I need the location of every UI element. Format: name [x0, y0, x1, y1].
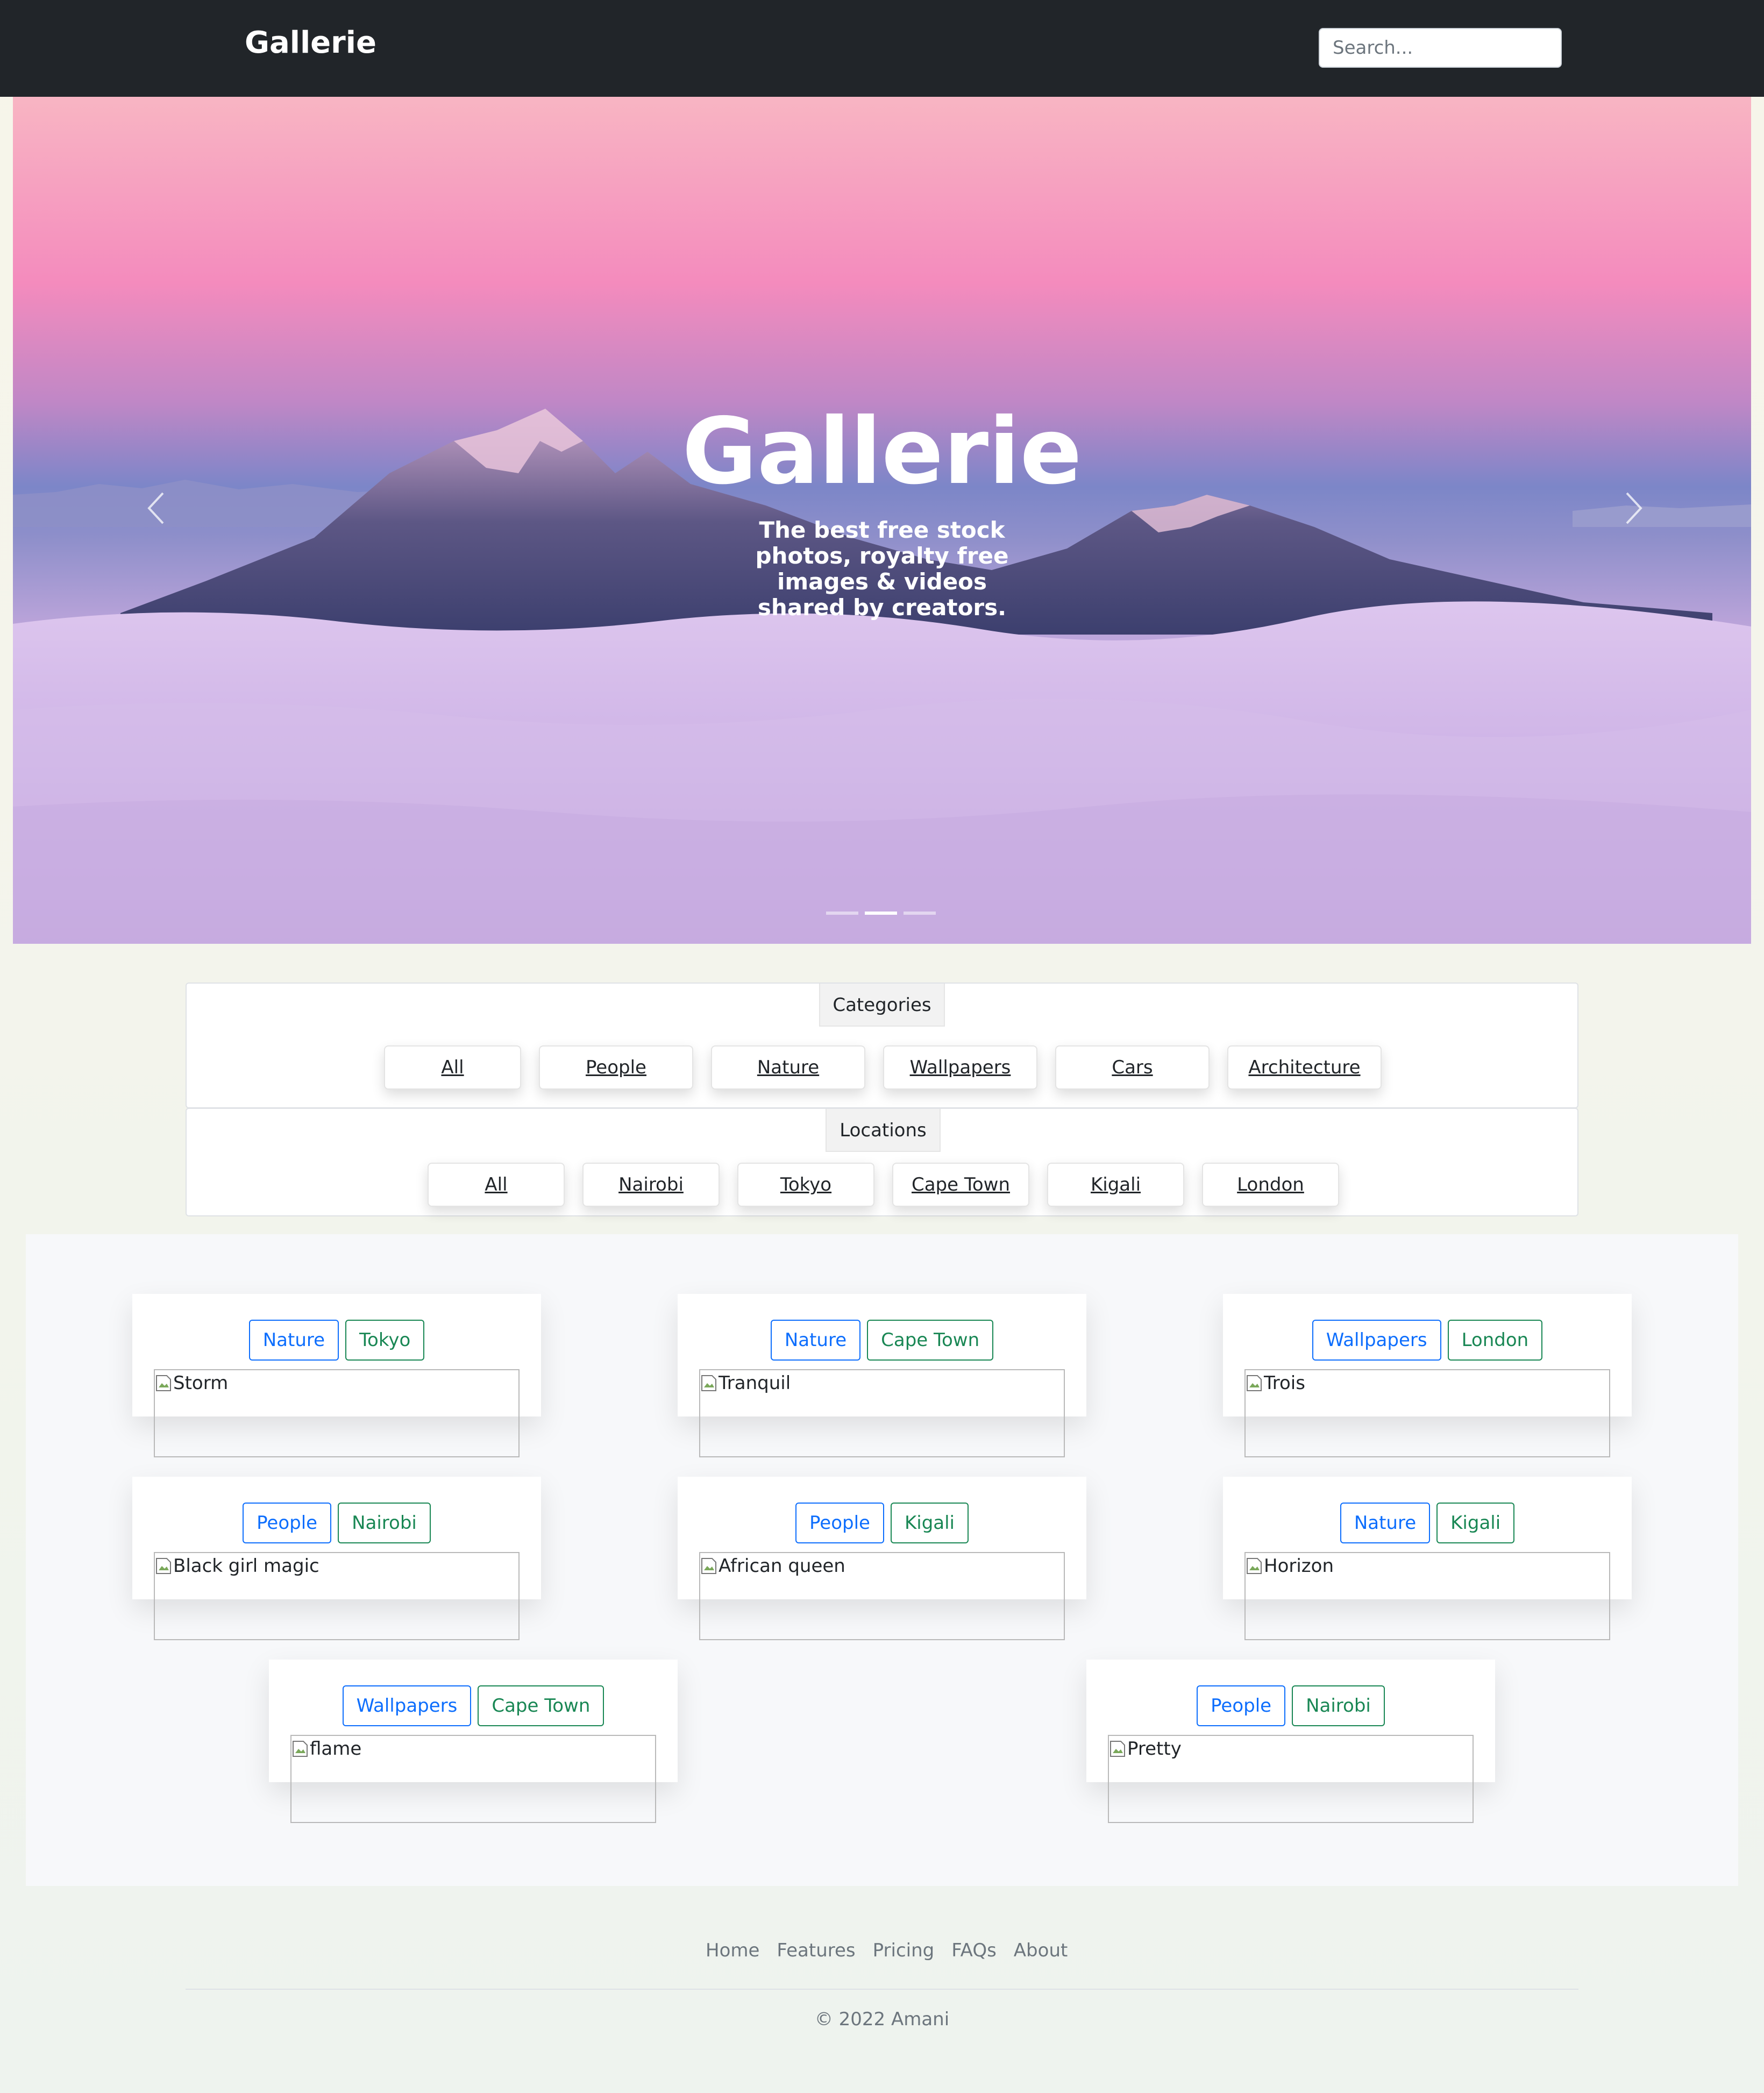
photo-image[interactable]: flame [290, 1735, 656, 1823]
photo-card[interactable]: Nature Tokyo Storm [132, 1294, 541, 1457]
photo-tags: Wallpapers London [1223, 1320, 1632, 1361]
photo-alt-text: Pretty [1127, 1738, 1182, 1760]
footer-link-home[interactable]: Home [697, 1936, 768, 1965]
photo-image[interactable]: Storm [154, 1369, 520, 1457]
category-tag[interactable]: Nature [1340, 1503, 1431, 1543]
photo-alt-text: flame [310, 1738, 362, 1760]
location-all-button[interactable]: All [428, 1163, 565, 1207]
location-tag[interactable]: Cape Town [867, 1320, 994, 1361]
carousel-indicator-2[interactable] [865, 912, 897, 915]
photo-card[interactable]: Nature Cape Town Tranquil [678, 1294, 1086, 1457]
category-tag[interactable]: Wallpapers [342, 1685, 472, 1726]
photo-card[interactable]: People Nairobi Black girl magic [132, 1477, 541, 1640]
footer-link-pricing[interactable]: Pricing [864, 1936, 943, 1965]
photo-image[interactable]: African queen [699, 1552, 1065, 1640]
broken-image-icon [156, 1375, 171, 1391]
chevron-right-icon [1626, 492, 1642, 524]
broken-image-icon [1110, 1741, 1125, 1757]
category-tag[interactable]: People [1197, 1685, 1286, 1726]
broken-image-icon [1247, 1558, 1262, 1574]
photo-card[interactable]: People Kigali African queen [678, 1477, 1086, 1640]
footer-nav: Home Features Pricing FAQs About [697, 1936, 1076, 1965]
location-tag[interactable]: Kigali [1436, 1503, 1515, 1543]
broken-image-icon [701, 1558, 716, 1574]
category-architecture-button[interactable]: Architecture [1227, 1045, 1382, 1090]
carousel-prev-button[interactable] [131, 484, 180, 532]
location-nairobi-button[interactable]: Nairobi [582, 1163, 720, 1207]
category-tag[interactable]: People [243, 1503, 332, 1543]
location-tag[interactable]: Cape Town [478, 1685, 604, 1726]
photo-gallery: Nature Tokyo Storm Nature Cape Town Tran… [26, 1234, 1738, 1886]
broken-image-icon [156, 1558, 171, 1574]
locations-heading: Locations [826, 1109, 941, 1152]
hero-carousel: Gallerie The best free stock photos, roy… [13, 97, 1751, 944]
photo-alt-text: Trois [1264, 1372, 1305, 1394]
search-input[interactable] [1319, 28, 1562, 68]
hero-subtitle: The best free stock photos, royalty free… [755, 517, 1009, 621]
photo-image[interactable]: Tranquil [699, 1369, 1065, 1457]
photo-tags: People Nairobi [132, 1503, 541, 1543]
category-people-button[interactable]: People [539, 1045, 693, 1090]
navbar: Gallerie [0, 0, 1764, 97]
location-tag[interactable]: Nairobi [338, 1503, 431, 1543]
category-tag[interactable]: Nature [770, 1320, 861, 1361]
photo-alt-text: Storm [173, 1372, 229, 1394]
photo-card[interactable]: Nature Kigali Horizon [1223, 1477, 1632, 1640]
photo-image[interactable]: Trois [1244, 1369, 1610, 1457]
photo-alt-text: African queen [719, 1555, 845, 1577]
photo-alt-text: Black girl magic [173, 1555, 319, 1577]
carousel-indicator-3[interactable] [904, 912, 936, 915]
photo-image[interactable]: Black girl magic [154, 1552, 520, 1640]
carousel-indicators [826, 912, 944, 916]
photo-tags: Nature Tokyo [132, 1320, 541, 1361]
photo-tags: Wallpapers Cape Town [269, 1685, 678, 1726]
category-tag[interactable]: Wallpapers [1312, 1320, 1441, 1361]
photo-card[interactable]: Wallpapers London Trois [1223, 1294, 1632, 1457]
categories-heading: Categories [819, 984, 945, 1027]
categories-card: Categories All People Nature Wallpapers … [186, 983, 1578, 1108]
photo-card[interactable]: Wallpapers Cape Town flame [269, 1660, 678, 1823]
locations-card: Locations All Nairobi Tokyo Cape Town Ki… [186, 1108, 1578, 1216]
photo-alt-text: Horizon [1264, 1555, 1334, 1577]
category-tag[interactable]: Nature [248, 1320, 339, 1361]
broken-image-icon [701, 1375, 716, 1391]
photo-alt-text: Tranquil [719, 1372, 791, 1394]
copyright: © 2022 Amani [814, 2009, 950, 2030]
carousel-indicator-1[interactable] [826, 912, 858, 915]
category-all-button[interactable]: All [384, 1045, 521, 1090]
location-london-button[interactable]: London [1202, 1163, 1339, 1207]
category-wallpapers-button[interactable]: Wallpapers [883, 1045, 1037, 1090]
category-tag[interactable]: People [795, 1503, 884, 1543]
footer-link-features[interactable]: Features [768, 1936, 864, 1965]
photo-tags: People Kigali [678, 1503, 1086, 1543]
footer-divider [186, 1989, 1578, 1990]
location-tag[interactable]: Tokyo [345, 1320, 425, 1361]
photo-tags: Nature Kigali [1223, 1503, 1632, 1543]
brand-logo[interactable]: Gallerie [245, 24, 376, 62]
location-cape-town-button[interactable]: Cape Town [892, 1163, 1029, 1207]
hero-title: Gallerie [682, 398, 1082, 505]
category-cars-button[interactable]: Cars [1055, 1045, 1210, 1090]
photo-image[interactable]: Pretty [1108, 1735, 1474, 1823]
location-tag[interactable]: Nairobi [1292, 1685, 1385, 1726]
photo-image[interactable]: Horizon [1244, 1552, 1610, 1640]
photo-card[interactable]: People Nairobi Pretty [1086, 1660, 1495, 1823]
location-tag[interactable]: Kigali [890, 1503, 969, 1543]
photo-tags: Nature Cape Town [678, 1320, 1086, 1361]
category-nature-button[interactable]: Nature [711, 1045, 865, 1090]
location-tokyo-button[interactable]: Tokyo [737, 1163, 874, 1207]
broken-image-icon [1247, 1375, 1262, 1391]
photo-tags: People Nairobi [1086, 1685, 1495, 1726]
broken-image-icon [293, 1741, 308, 1757]
footer-link-about[interactable]: About [1005, 1936, 1077, 1965]
location-tag[interactable]: London [1447, 1320, 1543, 1361]
footer-link-faqs[interactable]: FAQs [943, 1936, 1005, 1965]
carousel-next-button[interactable] [1610, 484, 1659, 532]
location-kigali-button[interactable]: Kigali [1047, 1163, 1184, 1207]
chevron-left-icon [147, 492, 164, 524]
